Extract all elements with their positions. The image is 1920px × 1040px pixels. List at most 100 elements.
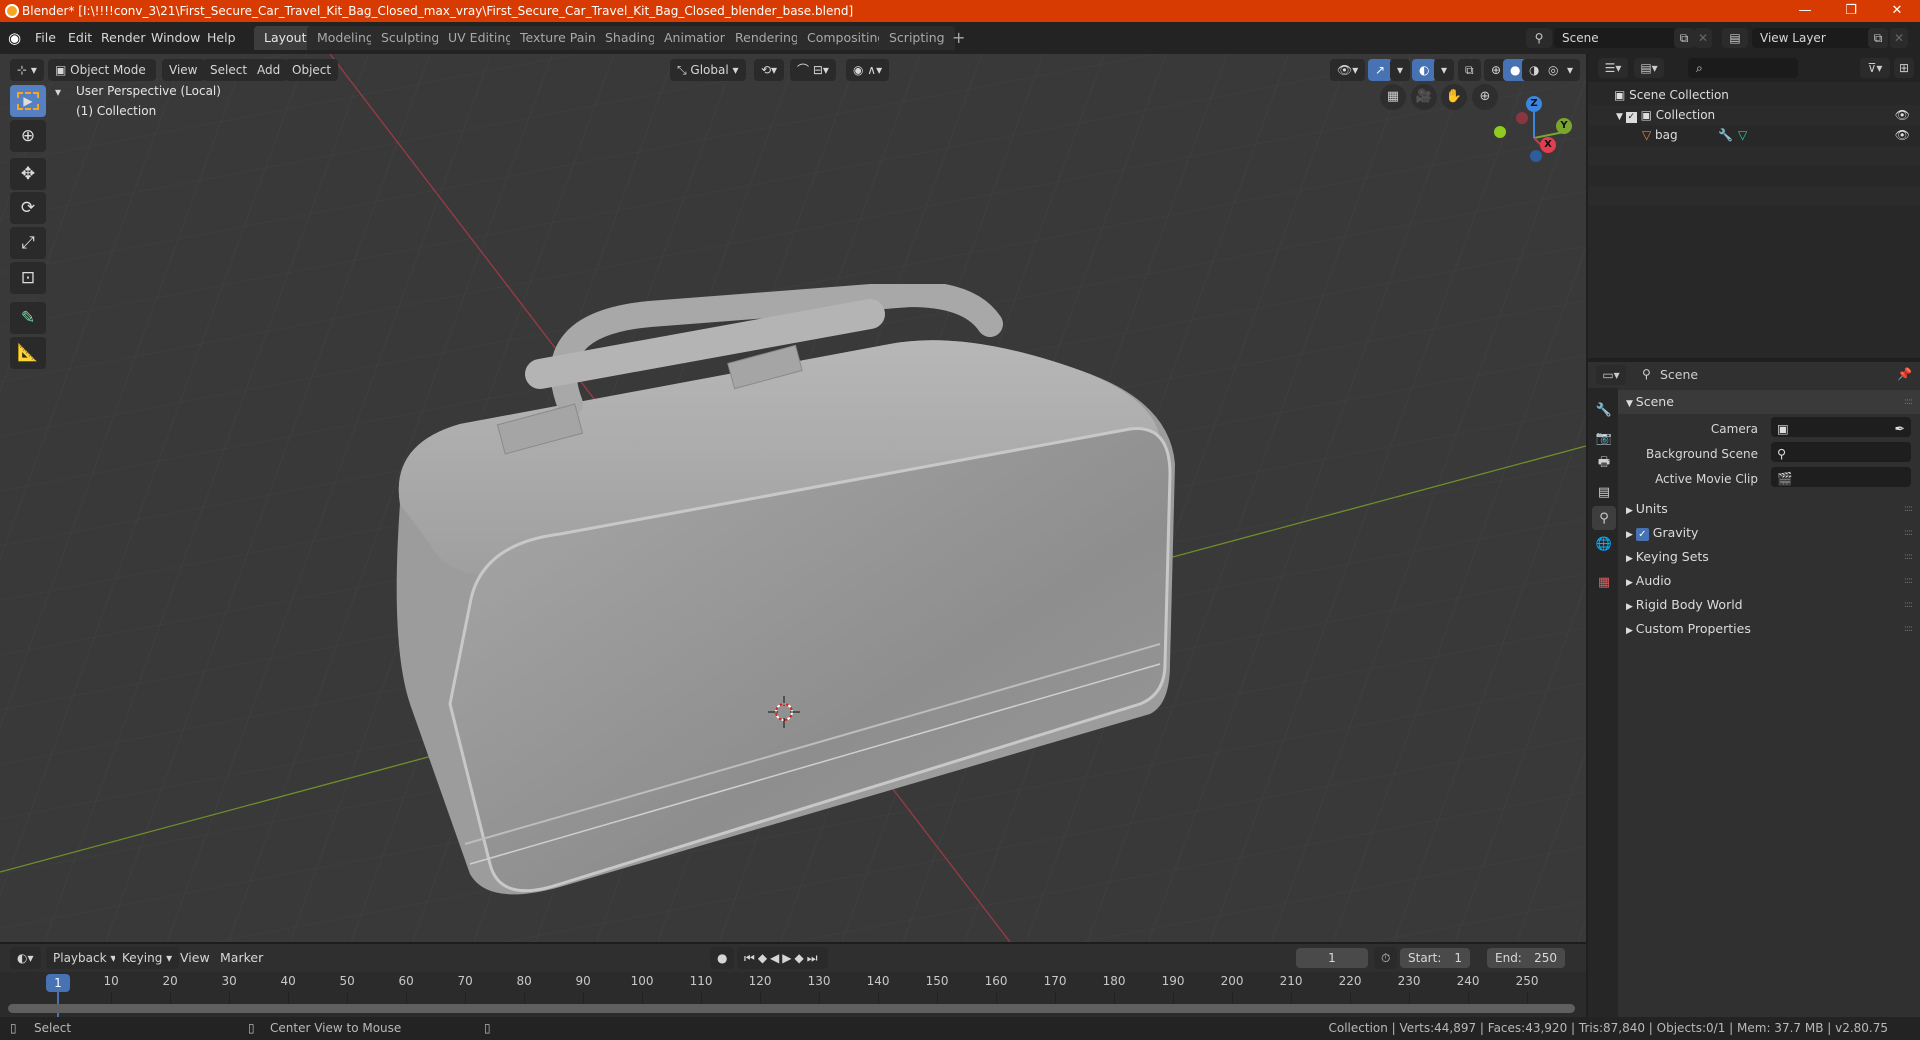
collection-checkbox[interactable]: ✓ — [1625, 112, 1637, 123]
gizmo-toggle-icon[interactable]: ↗ — [1368, 59, 1393, 81]
bag-mesh[interactable] — [370, 284, 1190, 904]
filter-icon[interactable]: ⊽▾ — [1860, 58, 1890, 78]
pivot-point-icon[interactable]: ⟲▾ — [754, 59, 785, 81]
mesh-data-icon[interactable]: ▽ — [1738, 125, 1747, 145]
menu-render[interactable]: Render — [101, 28, 146, 48]
tool-tab-icon[interactable]: 🔧 — [1592, 398, 1616, 422]
drag-handle-icon[interactable]: :::: — [1904, 497, 1913, 521]
mode-dropdown[interactable]: ▣ Object Mode ▾ — [48, 59, 156, 99]
add-workspace-button[interactable]: + — [942, 26, 975, 50]
3d-viewport[interactable]: ⊹ ▾ ▣ Object Mode ▾ View Select Add Obje… — [0, 54, 1586, 942]
camera-view-icon[interactable]: 🎥 — [1411, 84, 1437, 110]
camera-field[interactable]: ▣ ✒ — [1771, 417, 1911, 437]
menu-window[interactable]: Window — [151, 28, 200, 48]
rigid-body-world-panel[interactable]: ▶ Rigid Body World:::: — [1618, 593, 1920, 617]
gravity-checkbox[interactable]: ✓ — [1635, 528, 1649, 541]
menu-add[interactable]: Add — [250, 59, 288, 81]
outliner-item-collection[interactable]: ▼ ✓ ▣ Collection 👁 — [1588, 105, 1920, 125]
gizmo-y-axis[interactable]: Y — [1556, 118, 1572, 134]
overlay-dropdown-icon[interactable]: ▾ — [1434, 59, 1455, 81]
view-layer-browse-icon[interactable]: ▤ — [1722, 28, 1748, 48]
transform-tool[interactable]: ⊡ — [10, 262, 46, 294]
select-box-tool[interactable]: ▶ — [10, 85, 46, 117]
display-mode-icon[interactable]: ▤▾ — [1634, 58, 1664, 78]
delete-scene-icon[interactable]: ✕ — [1694, 28, 1712, 48]
editor-type-button[interactable]: ⊹ ▾ — [10, 59, 44, 81]
units-panel[interactable]: ▶ Units:::: — [1618, 497, 1920, 521]
view-layer-tab-icon[interactable]: ▤ — [1592, 480, 1616, 504]
bag-visibility-eye-icon[interactable]: 👁 — [1895, 125, 1910, 145]
drag-handle-icon[interactable]: :::: — [1904, 390, 1913, 414]
new-collection-icon[interactable]: ⊞ — [1894, 58, 1914, 78]
drag-handle-icon[interactable]: :::: — [1904, 593, 1913, 617]
output-tab-icon[interactable]: 🖶 — [1592, 452, 1616, 476]
outliner-editor-type-icon[interactable]: ☰▾ — [1598, 58, 1628, 78]
outliner-search-input[interactable]: ⌕ — [1688, 58, 1798, 78]
maximize-button[interactable]: ❐ — [1828, 0, 1874, 22]
close-button[interactable]: ✕ — [1874, 0, 1920, 22]
xray-toggle-icon[interactable]: ⧉ — [1458, 59, 1481, 81]
pin-icon[interactable]: 📌 — [1897, 367, 1912, 381]
view-layer-field[interactable]: View Layer — [1752, 28, 1876, 48]
overlay-toggle-icon[interactable]: ◐ — [1412, 59, 1437, 81]
menu-object[interactable]: Object — [285, 59, 339, 81]
scene-browse-icon[interactable]: ⚲ — [1526, 28, 1552, 48]
move-tool[interactable]: ✥ — [10, 158, 46, 190]
playhead-frame-label[interactable]: 1 — [46, 974, 70, 992]
scene-name-field[interactable]: Scene — [1554, 28, 1684, 48]
active-movie-clip-field[interactable]: 🎬 — [1771, 467, 1911, 487]
modifier-wrench-icon[interactable]: 🔧 — [1718, 125, 1733, 145]
measure-tool[interactable]: 📐 — [10, 337, 46, 369]
gravity-panel[interactable]: ▶ ✓ Gravity:::: — [1618, 521, 1920, 545]
gizmo-x-axis[interactable]: X — [1540, 137, 1556, 153]
scale-tool[interactable]: ⤢ — [10, 227, 46, 259]
custom-properties-panel[interactable]: ▶ Custom Properties:::: — [1618, 617, 1920, 641]
minimize-button[interactable]: — — [1782, 0, 1828, 22]
drag-handle-icon[interactable]: :::: — [1904, 617, 1913, 641]
toggle-ortho-icon[interactable]: ▦ — [1380, 84, 1406, 110]
transform-orientation-dropdown[interactable]: ⤡ Global ▾ — [670, 59, 746, 81]
collection-visibility-eye-icon[interactable]: 👁 — [1895, 105, 1910, 125]
menu-file[interactable]: File — [35, 28, 56, 48]
menu-view[interactable]: View — [162, 59, 205, 81]
menu-select[interactable]: Select — [203, 59, 255, 81]
texture-tab-icon[interactable]: ▦ — [1592, 570, 1616, 594]
expand-arrow-icon[interactable]: ▼ — [1616, 112, 1626, 122]
blender-menu-icon[interactable]: ◉ — [8, 28, 21, 48]
world-tab-icon[interactable]: 🌐 — [1592, 532, 1616, 556]
drag-handle-icon[interactable]: :::: — [1904, 545, 1913, 569]
shading-dropdown-icon[interactable]: ▾ — [1560, 59, 1581, 81]
scene-panel-header[interactable]: ▼ Scene :::: — [1618, 390, 1920, 414]
3d-cursor-icon[interactable] — [768, 696, 800, 728]
gizmo-neg-z[interactable] — [1530, 150, 1542, 162]
scene-tab-icon[interactable]: ⚲ — [1592, 506, 1616, 530]
delete-view-layer-icon[interactable]: ✕ — [1890, 28, 1908, 48]
new-view-layer-icon[interactable]: ⧉ — [1868, 28, 1888, 48]
cursor-tool[interactable]: ⊕ — [10, 120, 46, 152]
timeline-scrollbar[interactable] — [8, 1004, 1575, 1013]
gizmo-dropdown-icon[interactable]: ▾ — [1390, 59, 1411, 81]
annotate-tool[interactable]: ✎ — [10, 302, 46, 334]
render-tab-icon[interactable]: 📷 — [1592, 426, 1616, 450]
menu-help[interactable]: Help — [207, 28, 236, 48]
rotate-tool[interactable]: ⟳ — [10, 192, 46, 224]
drag-handle-icon[interactable]: :::: — [1904, 569, 1913, 593]
new-scene-icon[interactable]: ⧉ — [1674, 28, 1694, 48]
pan-view-icon[interactable]: ✋ — [1441, 84, 1467, 110]
outliner-item-bag[interactable]: ▽ bag 🔧 ▽ 👁 — [1588, 125, 1920, 145]
background-scene-field[interactable]: ⚲ — [1771, 442, 1911, 462]
gizmo-z-axis[interactable]: Z — [1526, 96, 1542, 112]
timeline-tick-line — [406, 992, 408, 1004]
audio-panel[interactable]: ▶ Audio:::: — [1618, 569, 1920, 593]
proportional-editing-icon[interactable]: ◉ ∧▾ — [846, 59, 890, 81]
visibility-icon[interactable]: 👁▾ — [1330, 59, 1366, 81]
outliner-scene-collection[interactable]: ▣ Scene Collection — [1588, 85, 1920, 105]
gizmo-neg-y[interactable] — [1494, 126, 1506, 138]
gizmo-neg-x[interactable] — [1516, 112, 1528, 124]
menu-edit[interactable]: Edit — [68, 28, 92, 48]
drag-handle-icon[interactable]: :::: — [1904, 521, 1913, 545]
snap-icon[interactable]: ⌒ ⊟▾ — [790, 59, 836, 81]
eyedropper-icon[interactable]: ✒ — [1895, 417, 1905, 441]
keying-sets-panel[interactable]: ▶ Keying Sets:::: — [1618, 545, 1920, 569]
properties-editor-type-icon[interactable]: ▭▾ — [1596, 365, 1626, 385]
